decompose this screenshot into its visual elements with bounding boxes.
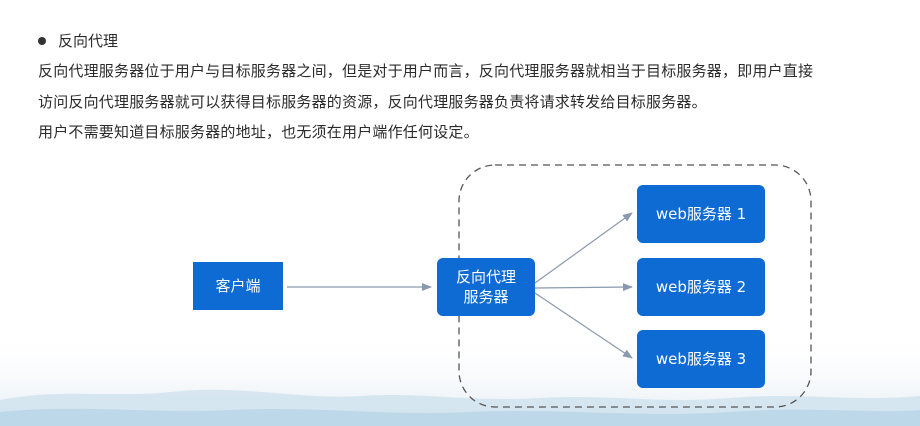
paragraph-line-2: 访问反向代理服务器就可以获得目标服务器的资源，反向代理服务器负责将请求转发给目标…: [38, 93, 707, 111]
heading-text: 反向代理: [58, 32, 119, 50]
proxy-to-web1-arrow: [534, 212, 633, 284]
proxy-node-label-line1: 反向代理: [455, 268, 516, 286]
bullet-icon: [38, 36, 46, 45]
web-server-node-2: web服务器 2: [637, 258, 765, 316]
web-server-label: web服务器 1: [655, 205, 747, 223]
proxy-to-web2-arrow: [534, 283, 633, 292]
web-server-node-3: web服务器 3: [637, 330, 765, 388]
client-node-label: 客户端: [215, 277, 261, 295]
web-server-label: web服务器 3: [655, 350, 747, 368]
proxy-node-label-line2: 服务器: [463, 288, 509, 306]
proxy-to-web3-arrow: [534, 292, 633, 359]
paragraph-line-3: 用户不需要知道目标服务器的地址，也无须在用户端作任何设定。: [38, 123, 479, 141]
client-node: 客户端: [193, 262, 283, 310]
section-heading: 反向代理: [38, 30, 118, 51]
web-server-node-1: web服务器 1: [637, 185, 765, 243]
reverse-proxy-node: 反向代理 服务器: [437, 258, 535, 316]
paragraph-line-1: 反向代理服务器位于用户与目标服务器之间，但是对于用户而言，反向代理服务器就相当于…: [38, 62, 814, 80]
web-server-label: web服务器 2: [655, 278, 747, 296]
